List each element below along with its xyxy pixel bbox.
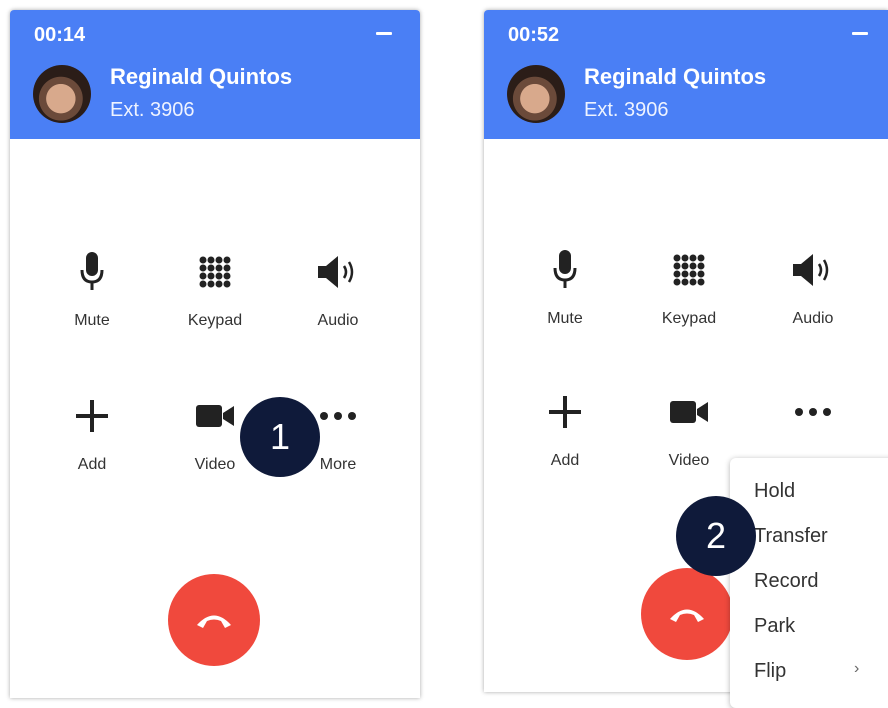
audio-label: Audio bbox=[792, 310, 834, 327]
callout-badge-2: 2 bbox=[676, 496, 756, 576]
menu-item-record[interactable]: Record bbox=[754, 570, 818, 593]
call-timer: 00:52 bbox=[508, 24, 560, 46]
keypad-label: Keypad bbox=[661, 310, 717, 327]
caller-extension: Ext. 3906 bbox=[110, 99, 195, 121]
menu-item-transfer[interactable]: Transfer bbox=[754, 525, 828, 548]
add-label: Add bbox=[77, 456, 107, 473]
keypad-button[interactable]: Keypad bbox=[165, 250, 265, 330]
caller-extension: Ext. 3906 bbox=[584, 99, 669, 121]
hang-up-icon bbox=[197, 615, 231, 628]
menu-item-hold[interactable]: Hold bbox=[754, 480, 795, 503]
call-timer: 00:14 bbox=[34, 24, 86, 46]
keypad-icon bbox=[165, 250, 265, 294]
microphone-icon bbox=[42, 250, 142, 294]
keypad-button[interactable]: Keypad bbox=[639, 248, 739, 328]
call-header: 00:14 Reginald Quintos Ext. 3906 bbox=[10, 10, 420, 139]
audio-button[interactable]: Audio bbox=[288, 250, 388, 330]
keypad-icon bbox=[639, 248, 739, 292]
video-camera-icon bbox=[639, 390, 739, 434]
more-menu: Hold Transfer Record Park Flip › bbox=[730, 458, 888, 708]
callout-badge-1: 1 bbox=[240, 397, 320, 477]
speaker-icon bbox=[288, 250, 388, 294]
audio-label: Audio bbox=[317, 312, 359, 329]
audio-button[interactable]: Audio bbox=[763, 248, 863, 328]
more-dots-icon bbox=[763, 390, 863, 434]
microphone-icon bbox=[515, 248, 615, 292]
add-button[interactable]: Add bbox=[515, 390, 615, 470]
more-button[interactable] bbox=[763, 390, 863, 434]
plus-icon bbox=[515, 390, 615, 434]
mute-label: Mute bbox=[547, 310, 583, 327]
menu-item-flip[interactable]: Flip bbox=[754, 660, 786, 683]
minimize-icon[interactable] bbox=[376, 32, 392, 35]
minimize-icon[interactable] bbox=[852, 32, 868, 35]
mute-label: Mute bbox=[74, 312, 110, 329]
add-label: Add bbox=[550, 452, 580, 469]
hang-up-button[interactable] bbox=[168, 574, 260, 666]
add-button[interactable]: Add bbox=[42, 394, 142, 474]
video-button[interactable]: Video bbox=[639, 390, 739, 470]
keypad-label: Keypad bbox=[187, 312, 243, 329]
menu-item-park[interactable]: Park bbox=[754, 615, 795, 638]
avatar bbox=[33, 65, 91, 123]
hang-up-icon bbox=[670, 609, 704, 622]
plus-icon bbox=[42, 394, 142, 438]
caller-name: Reginald Quintos bbox=[110, 64, 293, 89]
call-panel-1: 00:14 Reginald Quintos Ext. 3906 Mute Ke… bbox=[10, 10, 420, 698]
video-label: Video bbox=[668, 452, 710, 469]
chevron-right-icon: › bbox=[854, 660, 860, 677]
hang-up-button[interactable] bbox=[641, 568, 733, 660]
mute-button[interactable]: Mute bbox=[515, 248, 615, 328]
speaker-icon bbox=[763, 248, 863, 292]
mute-button[interactable]: Mute bbox=[42, 250, 142, 330]
avatar bbox=[507, 65, 565, 123]
caller-name: Reginald Quintos bbox=[584, 64, 767, 89]
call-header: 00:52 Reginald Quintos Ext. 3906 bbox=[484, 10, 888, 139]
